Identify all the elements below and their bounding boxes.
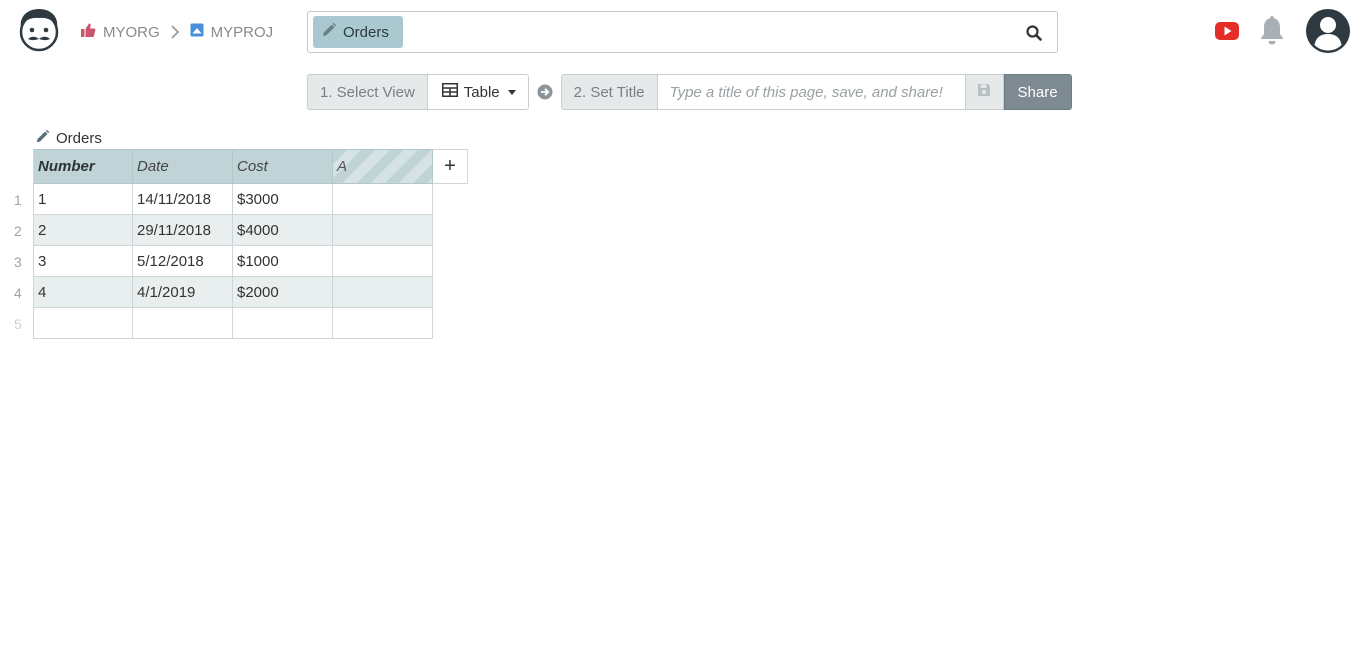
table-cell[interactable] [333,246,433,277]
select-view-step-label: 1. Select View [307,74,428,110]
table-cell[interactable]: 4/1/2019 [133,277,233,308]
row-number: 2 [14,222,22,239]
column-header-date[interactable]: Date [133,149,233,184]
row-number: 1 [14,191,22,208]
column-header-number[interactable]: Number [33,149,133,184]
chevron-right-icon [170,25,180,39]
view-select-dropdown[interactable]: Table [427,74,529,110]
breadcrumb-org[interactable]: MYORG [80,22,160,42]
table-row: 4 4 4/1/2019 $2000 [14,277,468,308]
table-cell[interactable]: 1 [33,184,133,215]
floppy-disk-icon [977,83,991,101]
set-title-step-label: 2. Set Title [560,74,658,110]
column-header-a[interactable]: A [333,149,433,184]
table-cell[interactable]: 3 [33,246,133,277]
table-cell[interactable] [333,215,433,246]
table-cell[interactable] [133,308,233,339]
view-select-value: Table [463,83,500,101]
table-cell[interactable] [333,277,433,308]
chevron-down-icon [507,89,516,95]
table-title[interactable]: Orders [35,129,102,148]
table-icon [441,83,458,101]
search-chip-label: Orders [343,23,389,41]
top-right-actions [1215,8,1351,54]
search-chip[interactable]: Orders [313,16,403,48]
grid-header-row: Number Date Cost A + [14,149,468,184]
row-number: 4 [14,284,22,301]
data-grid: Number Date Cost A + 1 1 14/11/2018 $300… [14,149,468,339]
table-cell[interactable]: $2000 [233,277,333,308]
table-cell[interactable] [333,308,433,339]
table-cell[interactable]: 5/12/2018 [133,246,233,277]
add-column-button[interactable]: + [433,149,468,184]
table-row-new: 5 [14,308,468,339]
table-row: 1 1 14/11/2018 $3000 [14,184,468,215]
table-cell[interactable]: 14/11/2018 [133,184,233,215]
user-circle-icon[interactable] [1305,8,1351,54]
breadcrumb-org-label: MYORG [103,23,160,41]
table-cell[interactable]: 29/11/2018 [133,215,233,246]
breadcrumb: MYORG MYPROJ [80,22,273,42]
save-button[interactable] [965,74,1004,110]
breadcrumb-project[interactable]: MYPROJ [190,23,274,41]
table-cell[interactable] [333,184,433,215]
view-toolbar: 1. Select View Table 2. Set Title Type a… [307,74,1072,110]
share-button[interactable]: Share [1003,74,1072,110]
app-logo-icon[interactable] [16,6,62,52]
table-cell[interactable]: 2 [33,215,133,246]
table-cell[interactable]: 4 [33,277,133,308]
column-header-cost[interactable]: Cost [233,149,333,184]
table-cell[interactable] [33,308,133,339]
pencil-icon [321,22,337,42]
search-icon[interactable] [1025,24,1043,42]
thumbs-up-icon [80,22,96,42]
table-row: 3 3 5/12/2018 $1000 [14,246,468,277]
header-rownum-spacer [14,149,33,184]
breadcrumb-project-label: MYPROJ [210,23,274,41]
table-cell[interactable]: $3000 [233,184,333,215]
pencil-icon [35,129,50,148]
table-row: 2 2 29/11/2018 $4000 [14,215,468,246]
arrow-circle-right-icon [529,74,561,110]
row-number: 3 [14,253,22,270]
search-bar[interactable]: Orders [307,11,1058,53]
table-cell[interactable]: $1000 [233,246,333,277]
row-number: 5 [14,315,22,332]
youtube-icon[interactable] [1215,22,1239,40]
image-icon [190,23,204,41]
page-title-input[interactable] [657,74,966,110]
bell-icon[interactable] [1257,15,1287,47]
table-cell[interactable]: $4000 [233,215,333,246]
table-title-label: Orders [56,130,102,147]
table-cell[interactable] [233,308,333,339]
